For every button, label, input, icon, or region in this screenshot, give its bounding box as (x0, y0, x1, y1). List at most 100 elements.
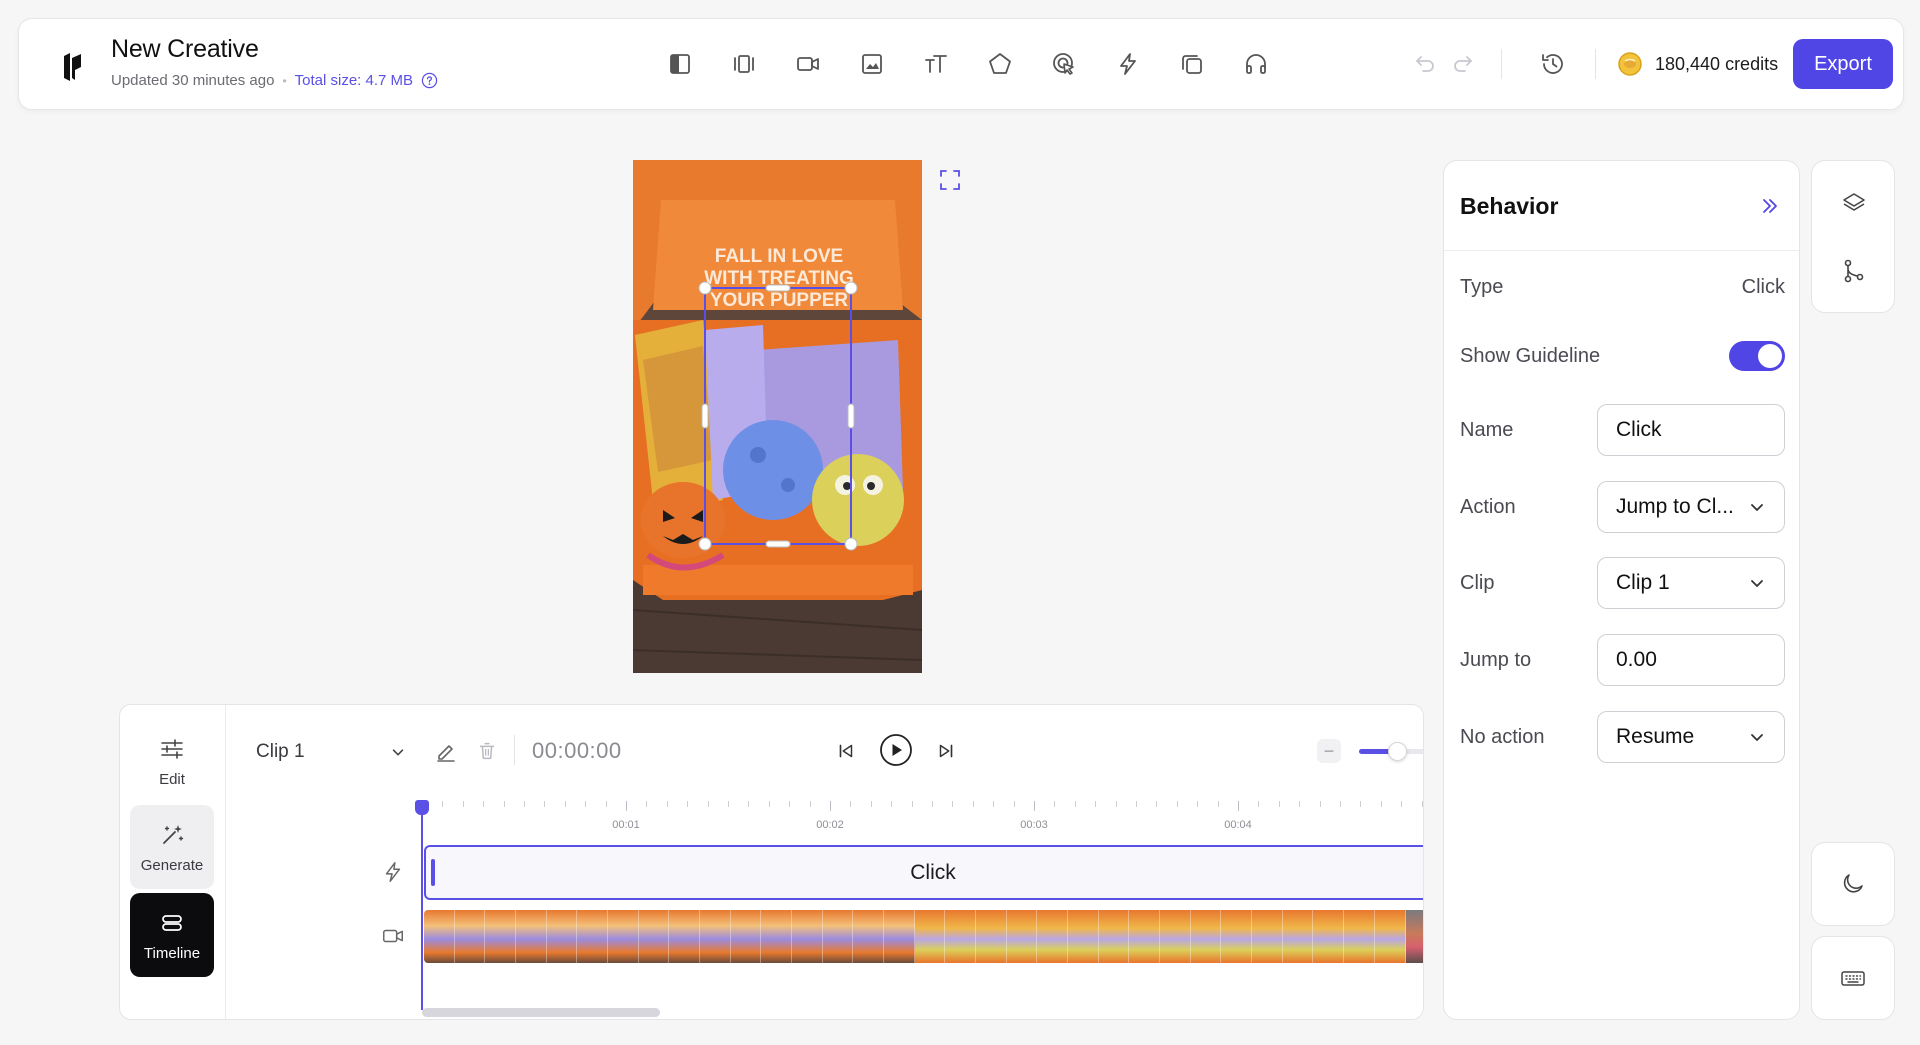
zoom-slider-knob[interactable] (1388, 742, 1408, 761)
meta-line: Updated 30 minutes ago • Total size: 4.7… (111, 72, 438, 89)
ruler-tick (728, 801, 729, 807)
chevron-down-icon (390, 744, 406, 760)
cursor-click-icon[interactable] (1043, 43, 1085, 85)
play-icon[interactable] (879, 733, 913, 767)
filmstrip-frame (730, 910, 762, 963)
jump-row: Jump to (1460, 634, 1785, 686)
filmstrip-frame (485, 910, 517, 963)
tab-edit[interactable]: Edit (130, 719, 214, 803)
ruler-tick (524, 801, 525, 807)
ruler-tick (462, 801, 464, 807)
zoom-out-button[interactable]: − (1317, 739, 1341, 763)
undo-icon[interactable] (1409, 47, 1441, 79)
no-action-select-value: Resume (1616, 725, 1695, 748)
horizontal-scrollbar[interactable] (422, 1008, 660, 1017)
skip-forward-icon[interactable] (932, 737, 960, 765)
action-select[interactable]: Jump to Cl... (1597, 481, 1785, 533)
ruler-tick (1176, 801, 1178, 807)
video-preview[interactable]: FALL IN LOVE WITH TREATING YOUR PUPPER (633, 160, 922, 673)
panel-icon[interactable] (659, 43, 701, 85)
ruler-tick (1197, 801, 1199, 807)
name-field[interactable] (1597, 404, 1785, 456)
behavior-panel: Behavior Type Click Show Guideline Name … (1443, 160, 1800, 1020)
slides-icon[interactable] (723, 43, 765, 85)
history-icon[interactable] (1535, 46, 1571, 82)
ruler-tick (1115, 801, 1117, 807)
image-icon[interactable] (851, 43, 893, 85)
filmstrip-frame (700, 910, 731, 963)
playhead (421, 805, 423, 1010)
ruler-tick (544, 801, 546, 807)
name-label: Name (1460, 418, 1514, 441)
moon-icon (1839, 870, 1867, 898)
clip-select[interactable]: Clip 1 (1597, 557, 1785, 609)
app-logo-icon[interactable] (53, 47, 93, 87)
ruler-tick (748, 801, 750, 807)
undo-redo-group (1409, 47, 1479, 79)
ruler-tick (666, 801, 668, 807)
filmstrip-frame (608, 910, 639, 963)
time-ruler[interactable]: 00:0100:0200:0300:0400:05 (420, 801, 1423, 835)
fullscreen-icon[interactable] (938, 168, 962, 192)
filmstrip-frame (884, 910, 915, 963)
ruler-tick (585, 801, 587, 807)
ruler-tick (891, 801, 893, 807)
filmstrip-frame (761, 910, 793, 963)
video-icon[interactable] (787, 43, 829, 85)
filmstrip-frame (1098, 910, 1130, 963)
trim-handle-left[interactable] (431, 859, 435, 886)
rename-icon[interactable] (432, 737, 460, 765)
type-label: Type (1460, 275, 1504, 298)
filmstrip-frame (1068, 910, 1099, 963)
action-label: Action (1460, 495, 1516, 518)
jump-label: Jump to (1460, 648, 1532, 671)
ruler-tick (932, 801, 933, 807)
layers-icon[interactable] (1840, 189, 1868, 217)
guideline-row: Show Guideline (1460, 330, 1785, 382)
action-row: Action Jump to Cl... (1460, 481, 1785, 533)
chevron-down-icon (1748, 728, 1766, 746)
jump-to-input[interactable] (1616, 648, 1766, 672)
ruler-tick (646, 801, 648, 807)
export-button[interactable]: Export (1793, 39, 1893, 89)
tab-timeline[interactable]: Timeline (130, 893, 214, 977)
video-filmstrip[interactable] (424, 910, 1423, 963)
ruler-tick (626, 801, 627, 811)
clip-selector[interactable]: Clip 1 (256, 737, 406, 767)
filmstrip-frame (546, 910, 578, 963)
ruler-tick (1034, 801, 1035, 811)
filmstrip-frame (516, 910, 547, 963)
skip-back-icon[interactable] (832, 737, 860, 765)
ruler-tick (605, 801, 607, 807)
playhead-handle[interactable] (415, 800, 429, 815)
double-chevron-right-icon[interactable] (1757, 193, 1783, 219)
trash-icon[interactable] (473, 737, 501, 765)
updated-text: Updated 30 minutes ago (111, 72, 275, 89)
jump-to-field[interactable] (1597, 634, 1785, 686)
behavior-track-block[interactable]: Click (424, 845, 1423, 900)
tab-generate[interactable]: Generate (130, 805, 214, 889)
dark-mode-button[interactable] (1811, 842, 1895, 926)
preview-frame-image: FALL IN LOVE WITH TREATING YOUR PUPPER (633, 160, 922, 673)
no-action-select[interactable]: Resume (1597, 711, 1785, 763)
chevron-down-icon (1748, 574, 1766, 592)
page-title[interactable]: New Creative (111, 35, 438, 64)
shape-icon[interactable] (979, 43, 1021, 85)
zoom-slider[interactable] (1359, 742, 1423, 761)
filmstrip-frame (669, 910, 701, 963)
branch-icon[interactable] (1840, 257, 1868, 285)
lightning-icon[interactable] (1107, 43, 1149, 85)
text-size-icon[interactable] (915, 43, 957, 85)
guideline-label: Show Guideline (1460, 344, 1601, 367)
credits-display[interactable]: 180,440 credits (1617, 51, 1778, 77)
help-icon[interactable] (421, 72, 438, 89)
name-input[interactable] (1616, 418, 1766, 442)
redo-icon[interactable] (1447, 47, 1479, 79)
headphones-icon[interactable] (1235, 43, 1277, 85)
action-select-value: Jump to Cl... (1616, 495, 1734, 518)
show-guideline-toggle[interactable] (1729, 341, 1785, 371)
clip-label: Clip (1460, 571, 1495, 594)
keyboard-shortcuts-button[interactable] (1811, 936, 1895, 1020)
copy-layers-icon[interactable] (1171, 43, 1213, 85)
clip-selector-value: Clip 1 (256, 741, 305, 762)
